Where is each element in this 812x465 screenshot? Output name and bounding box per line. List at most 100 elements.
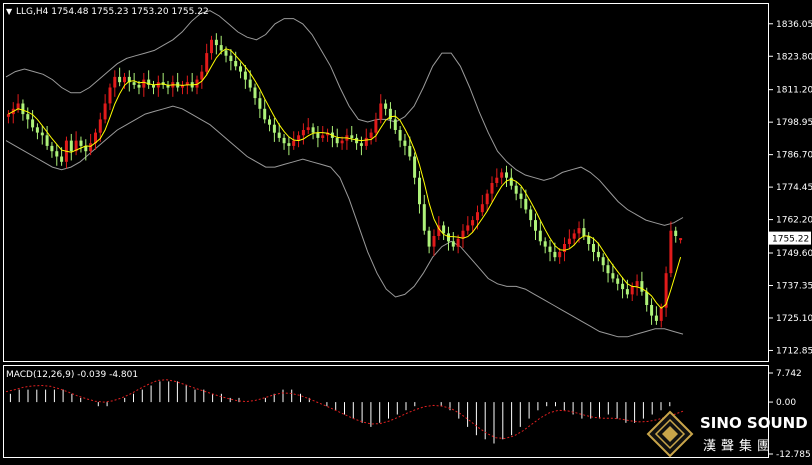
candle-body [495, 177, 499, 183]
candle-body [480, 204, 484, 213]
candle [176, 72, 180, 92]
candle-body [21, 103, 25, 115]
candle-body [369, 132, 373, 138]
candle [379, 94, 383, 124]
logo-diamond-icon [646, 410, 694, 458]
candle [471, 216, 475, 233]
candle-body [601, 257, 605, 266]
main-chart-frame [3, 3, 769, 362]
candle-body [625, 289, 629, 295]
candle [548, 240, 552, 262]
candle-body [485, 193, 489, 205]
bollinger-lower-line [5, 105, 684, 338]
candle-body [6, 114, 10, 117]
candle [432, 229, 436, 256]
candle-body [514, 185, 518, 194]
candle-body [418, 177, 421, 205]
current-price-badge: 1755.22 [769, 231, 811, 245]
candle [427, 226, 431, 254]
candle [500, 168, 504, 185]
candle [103, 94, 107, 124]
candle-body [442, 225, 446, 234]
candle [311, 123, 315, 140]
candle [485, 189, 489, 211]
candle-body [587, 236, 591, 244]
candle-body [611, 273, 615, 279]
candle [340, 136, 344, 150]
candle-body [50, 145, 54, 152]
candle [388, 102, 392, 129]
candle-body [335, 137, 339, 144]
candle-body [31, 119, 35, 128]
candle [268, 115, 271, 132]
candle [306, 118, 310, 134]
candle-body [69, 140, 73, 152]
price-tick-label: 1749.60 [776, 249, 812, 259]
candle-body [567, 238, 571, 244]
candle [616, 274, 620, 291]
candle-body [490, 183, 494, 194]
candle-body [316, 132, 320, 138]
candle [11, 102, 15, 124]
candle [601, 253, 605, 272]
candle [74, 131, 78, 156]
candle-body [210, 39, 213, 54]
candle-body [306, 127, 310, 130]
candle-body [340, 140, 344, 144]
candle [442, 221, 446, 241]
candle [108, 83, 112, 111]
price-tick-label: 1737.35 [776, 282, 812, 292]
candle-body [26, 114, 30, 120]
candle-body [524, 198, 528, 210]
candle-body [272, 124, 276, 133]
candle-body [596, 251, 600, 258]
candle-body [403, 140, 407, 146]
candle-body [229, 55, 233, 61]
candle-body [466, 225, 470, 231]
candle-body [214, 39, 218, 46]
price-tick-label: 1836.05 [776, 20, 812, 30]
candle [369, 128, 373, 145]
candle-body [432, 236, 436, 247]
candle [326, 128, 330, 142]
candle-body [640, 281, 644, 292]
candle-body [263, 108, 267, 120]
candle [69, 133, 73, 161]
candle [297, 131, 301, 148]
candle-body [413, 156, 417, 178]
candle [272, 118, 276, 142]
candle [592, 237, 595, 262]
candle [50, 141, 54, 158]
candle [630, 282, 634, 301]
candle-body [505, 172, 508, 178]
price-axis: 1836.05 1823.80 1811.20 1798.95 1786.70 1774.… [769, 20, 812, 356]
candle-body [543, 241, 547, 247]
candle-body [548, 246, 552, 252]
candle [79, 136, 83, 153]
candle-body [577, 228, 581, 234]
price-tick-label: 1725.10 [776, 314, 812, 324]
candles [6, 33, 683, 328]
candle-body [364, 137, 368, 146]
candle-body [534, 220, 537, 231]
candle [16, 94, 20, 113]
candle [6, 110, 10, 124]
bollinger-upper-line [5, 10, 684, 226]
candle [514, 181, 518, 201]
candle [635, 274, 639, 296]
candle [398, 125, 402, 148]
candle [490, 176, 494, 203]
candle-body [142, 79, 146, 88]
price-tick-label: 1762.20 [776, 216, 812, 226]
candle-body [422, 204, 426, 231]
candle-body [500, 172, 504, 178]
candle [200, 65, 204, 89]
candle-body [679, 238, 683, 241]
candle [413, 152, 417, 185]
candle [679, 238, 683, 244]
candle [166, 80, 170, 95]
candle-body [243, 71, 247, 80]
candle [301, 123, 305, 145]
symbol-dropdown-icon[interactable]: ▼ [6, 7, 13, 16]
candle [118, 67, 122, 87]
